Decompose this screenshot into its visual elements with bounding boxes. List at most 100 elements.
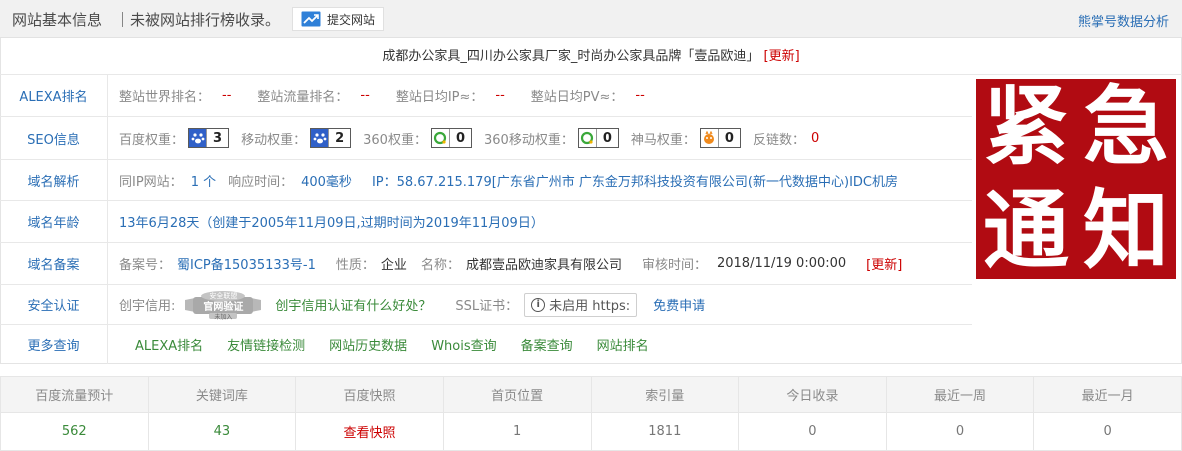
credit-verify-badge[interactable]: 安全联盟 官网验证 未加入 <box>181 290 265 321</box>
stats-header-row: 百度流量预计 关键词库 百度快照 首页位置 索引量 今日收录 最近一周 最近一月 <box>0 376 1182 413</box>
icp-name-value: 成都壹品欧迪家具有限公司 <box>465 258 622 273</box>
backlinks-key: 反链数： <box>752 132 805 148</box>
ssl-key: SSL证书： <box>455 299 519 314</box>
rank-status-text: ｜未被网站排行榜收录。 <box>115 11 281 29</box>
stats-data-row: 562 43 查看快照 1 1811 0 0 0 <box>0 413 1182 451</box>
more-link-whois[interactable]: Whois查询 <box>431 335 496 354</box>
credit-badge-main-text: 官网验证 <box>203 301 244 313</box>
notice-char-1: 紧 <box>983 76 1069 177</box>
stats-table: 百度流量预计 关键词库 百度快照 首页位置 索引量 今日收录 最近一周 最近一月… <box>0 376 1182 451</box>
traffic-rank-value: -- <box>360 88 370 103</box>
s360m-weight-badge[interactable]: 0 <box>577 128 619 148</box>
submit-site-button[interactable]: 提交网站 <box>292 7 384 31</box>
notice-char-3: 通 <box>983 180 1069 281</box>
alexa-row: ALEXA排名 整站世界排名： -- 整站流量排名： -- 整站日均IP≈： -… <box>0 75 972 117</box>
same-ip-key: 同IP网站： <box>119 174 183 190</box>
mobile-weight-badge[interactable]: 2 <box>310 128 352 148</box>
backlinks-value[interactable]: 0 <box>811 131 819 146</box>
trend-chart-icon <box>301 11 321 27</box>
response-time-value: 400毫秒 <box>301 174 352 190</box>
stats-header-cell: 今日收录 <box>739 377 887 412</box>
keyword-count[interactable]: 43 <box>149 413 297 450</box>
stats-header-cell: 索引量 <box>592 377 740 412</box>
stats-header-cell: 百度快照 <box>296 377 444 412</box>
daily-ip-value: -- <box>495 88 505 103</box>
emergency-notice-image[interactable]: 紧 急 通 知 <box>976 79 1176 279</box>
icp-type-value: 企业 <box>380 258 407 273</box>
domain-age-label[interactable]: 域名年龄 <box>0 201 108 242</box>
more-link-site-rank[interactable]: 网站排名 <box>597 335 649 354</box>
site-title: 成都办公家具_四川办公家具厂家_时尚办公家具品牌「壹品欧迪」 <box>382 49 760 64</box>
site-update-link[interactable]: [更新] <box>764 49 800 64</box>
last-month-indexed: 0 <box>1034 413 1182 450</box>
dns-label[interactable]: 域名解析 <box>0 160 108 200</box>
more-queries-label[interactable]: 更多查询 <box>0 325 108 364</box>
s360-logo-icon <box>432 129 450 147</box>
stats-header-cell: 最近一月 <box>1034 377 1182 412</box>
notice-char-2: 急 <box>1083 76 1169 177</box>
baidu-weight-badge[interactable]: 3 <box>188 128 230 148</box>
ssl-status-button[interactable]: i 未启用 https: <box>524 292 638 317</box>
stats-header-cell: 百度流量预计 <box>0 377 149 412</box>
ssl-status-label: 未启用 https: <box>549 299 631 314</box>
icp-update-link[interactable]: [更新] <box>866 254 902 273</box>
today-indexed: 0 <box>739 413 887 450</box>
stats-header-cell: 关键词库 <box>149 377 297 412</box>
response-time-key: 响应时间： <box>228 174 294 190</box>
icp-date-key: 审核时间： <box>641 258 707 273</box>
stats-header-cell: 首页位置 <box>444 377 592 412</box>
s360-weight-value: 0 <box>455 130 465 146</box>
seo-label[interactable]: SEO信息 <box>0 117 108 159</box>
mobile-weight-value: 2 <box>335 130 345 146</box>
notice-char-4: 知 <box>1083 180 1169 281</box>
baidu-weight-key: 百度权重： <box>119 132 185 148</box>
top-bar: 网站基本信息 ｜未被网站排行榜收录。 提交网站 熊掌号数据分析 <box>0 0 1182 38</box>
site-title-line: 成都办公家具_四川办公家具厂家_时尚办公家具品牌「壹品欧迪」 [更新] <box>0 38 1182 75</box>
icp-label[interactable]: 域名备案 <box>0 243 108 284</box>
more-link-history[interactable]: 网站历史数据 <box>329 335 407 354</box>
daily-pv-value: -- <box>635 88 645 103</box>
world-rank-key: 整站世界排名： <box>119 90 211 105</box>
s360-weight-key: 360权重： <box>363 132 427 148</box>
domain-age-row: 域名年龄 13年6月28天（创建于2005年11月09日,过期时间为2019年1… <box>0 201 972 243</box>
more-link-alexa[interactable]: ALEXA排名 <box>135 335 203 354</box>
more-link-friend-links[interactable]: 友情链接检测 <box>227 335 305 354</box>
mobile-paw-icon <box>311 129 330 147</box>
mobile-weight-key: 移动权重： <box>241 132 307 148</box>
shenma-weight-badge[interactable]: 0 <box>699 128 741 148</box>
more-link-icp[interactable]: 备案查询 <box>521 335 573 354</box>
icp-number-key: 备案号： <box>119 258 172 273</box>
dns-row: 域名解析 同IP网站： 1 个 响应时间： 400毫秒 IP：58.67.215… <box>0 160 972 201</box>
page-title: 网站基本信息 <box>12 11 103 29</box>
baidu-weight-value: 3 <box>213 130 223 146</box>
shenma-weight-key: 神马权重： <box>630 132 696 148</box>
last-week-indexed: 0 <box>887 413 1035 450</box>
s360m-weight-value: 0 <box>602 130 612 146</box>
index-count: 1811 <box>592 413 740 450</box>
daily-pv-key: 整站日均PV≈： <box>530 90 624 105</box>
ssl-apply-link[interactable]: 免费申请 <box>653 295 705 314</box>
stats-header-cell: 最近一周 <box>887 377 1035 412</box>
security-row: 安全认证 创宇信用: 安全联盟 官网验证 未加入 创宇信用认证有什么好处？ SS… <box>0 285 972 325</box>
ip-info[interactable]: IP：58.67.215.179[广东省广州市 广东金万邦科技投资有限公司(新一… <box>372 171 898 190</box>
submit-site-label: 提交网站 <box>327 12 376 27</box>
xiongzhang-analysis-link[interactable]: 熊掌号数据分析 <box>1078 11 1169 30</box>
shenma-weight-value: 0 <box>724 130 734 146</box>
icp-number-value[interactable]: 蜀ICP备15035133号-1 <box>177 254 316 273</box>
baidu-traffic-estimate[interactable]: 562 <box>0 413 149 450</box>
s360-weight-badge[interactable]: 0 <box>430 128 472 148</box>
homepage-position: 1 <box>444 413 592 450</box>
seo-row: SEO信息 百度权重： 3 移动权重： 2 360权重： 0 360移动权重： <box>0 117 972 160</box>
icp-row: 域名备案 备案号： 蜀ICP备15035133号-1 性质： 企业 名称： 成都… <box>0 243 972 285</box>
credit-badge-sub-text: 未加入 <box>214 313 233 321</box>
credit-benefit-link[interactable]: 创宇信用认证有什么好处？ <box>275 295 431 314</box>
icp-name-key: 名称： <box>420 258 460 273</box>
alexa-label[interactable]: ALEXA排名 <box>0 75 108 116</box>
s360m-logo-icon <box>579 129 597 147</box>
traffic-rank-key: 整站流量排名： <box>257 90 349 105</box>
view-snapshot-link[interactable]: 查看快照 <box>296 413 444 450</box>
icp-type-key: 性质： <box>335 258 375 273</box>
same-ip-value[interactable]: 1 个 <box>191 171 216 190</box>
info-icon: i <box>531 297 546 312</box>
security-label[interactable]: 安全认证 <box>0 285 108 324</box>
